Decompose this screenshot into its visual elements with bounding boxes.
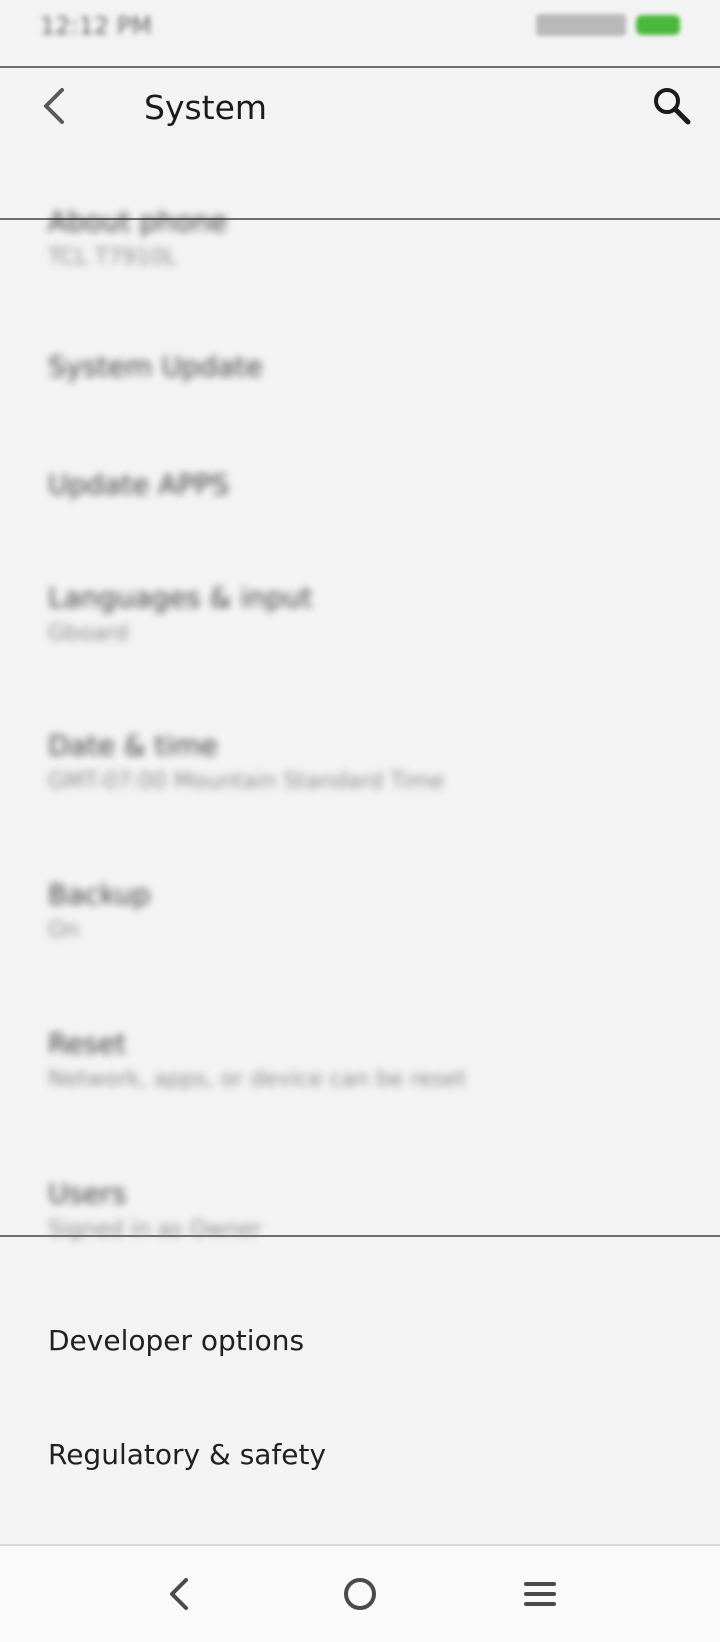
list-item-title: Regulatory & safety — [48, 1438, 327, 1471]
nav-back-button[interactable] — [156, 1570, 204, 1618]
list-item-subtitle: Gboard — [48, 621, 129, 646]
list-item-users[interactable]: Users Signed in as Owner — [0, 1177, 720, 1267]
list-item-title: Developer options — [48, 1324, 305, 1357]
status-icons — [536, 14, 680, 36]
home-icon — [344, 1578, 376, 1610]
list-item-update-apps[interactable]: Update APPS — [0, 468, 720, 528]
list-item-languages-input[interactable]: Languages & input Gboard — [0, 581, 720, 671]
battery-icon — [636, 15, 680, 35]
signal-icon — [536, 14, 626, 36]
list-item-title: Users — [48, 1177, 127, 1210]
list-item-subtitle: On — [48, 918, 80, 943]
list-item-title: About phone — [48, 205, 228, 238]
list-item-subtitle: Network, apps, or device can be reset — [48, 1067, 467, 1092]
status-time: 12:12 PM — [40, 12, 152, 40]
list-item-title: Date & time — [48, 729, 218, 762]
search-icon — [654, 88, 691, 125]
list-item-subtitle: GMT-07:00 Mountain Standard Time — [48, 769, 445, 794]
status-bar: 12:12 PM — [0, 0, 720, 66]
menu-icon — [524, 1582, 556, 1606]
list-item-title: System Update — [48, 350, 263, 383]
list-item-reset[interactable]: Reset Network, apps, or device can be re… — [0, 1027, 720, 1117]
list-item-subtitle: Signed in as Owner — [48, 1217, 262, 1242]
nav-back-icon — [170, 1578, 188, 1610]
list-item-subtitle: TCL T7910L — [48, 245, 177, 270]
divider-bottom — [0, 1235, 720, 1237]
nav-recents-button[interactable] — [516, 1570, 564, 1618]
list-item-date-time[interactable]: Date & time GMT-07:00 Mountain Standard … — [0, 729, 720, 819]
list-item-title: Languages & input — [48, 581, 313, 614]
navigation-bar — [0, 1544, 720, 1642]
nav-home-button[interactable] — [336, 1570, 384, 1618]
list-item-backup[interactable]: Backup On — [0, 878, 720, 968]
app-bar: System — [0, 68, 720, 218]
back-button[interactable] — [32, 82, 80, 130]
list-item-title: Backup — [48, 878, 151, 911]
arrow-back-icon — [44, 88, 64, 124]
list-item-regulatory-safety[interactable]: Regulatory & safety — [0, 1438, 720, 1498]
list-item-title: Update APPS — [48, 468, 230, 501]
list-item-title: Reset — [48, 1027, 127, 1060]
search-button[interactable] — [650, 84, 694, 128]
list-item-about-phone[interactable]: About phone TCL T7910L — [0, 205, 720, 295]
page-title: System — [144, 88, 268, 127]
list-item-system-update[interactable]: System Update — [0, 350, 720, 410]
list-item-developer-options[interactable]: Developer options — [0, 1324, 720, 1384]
